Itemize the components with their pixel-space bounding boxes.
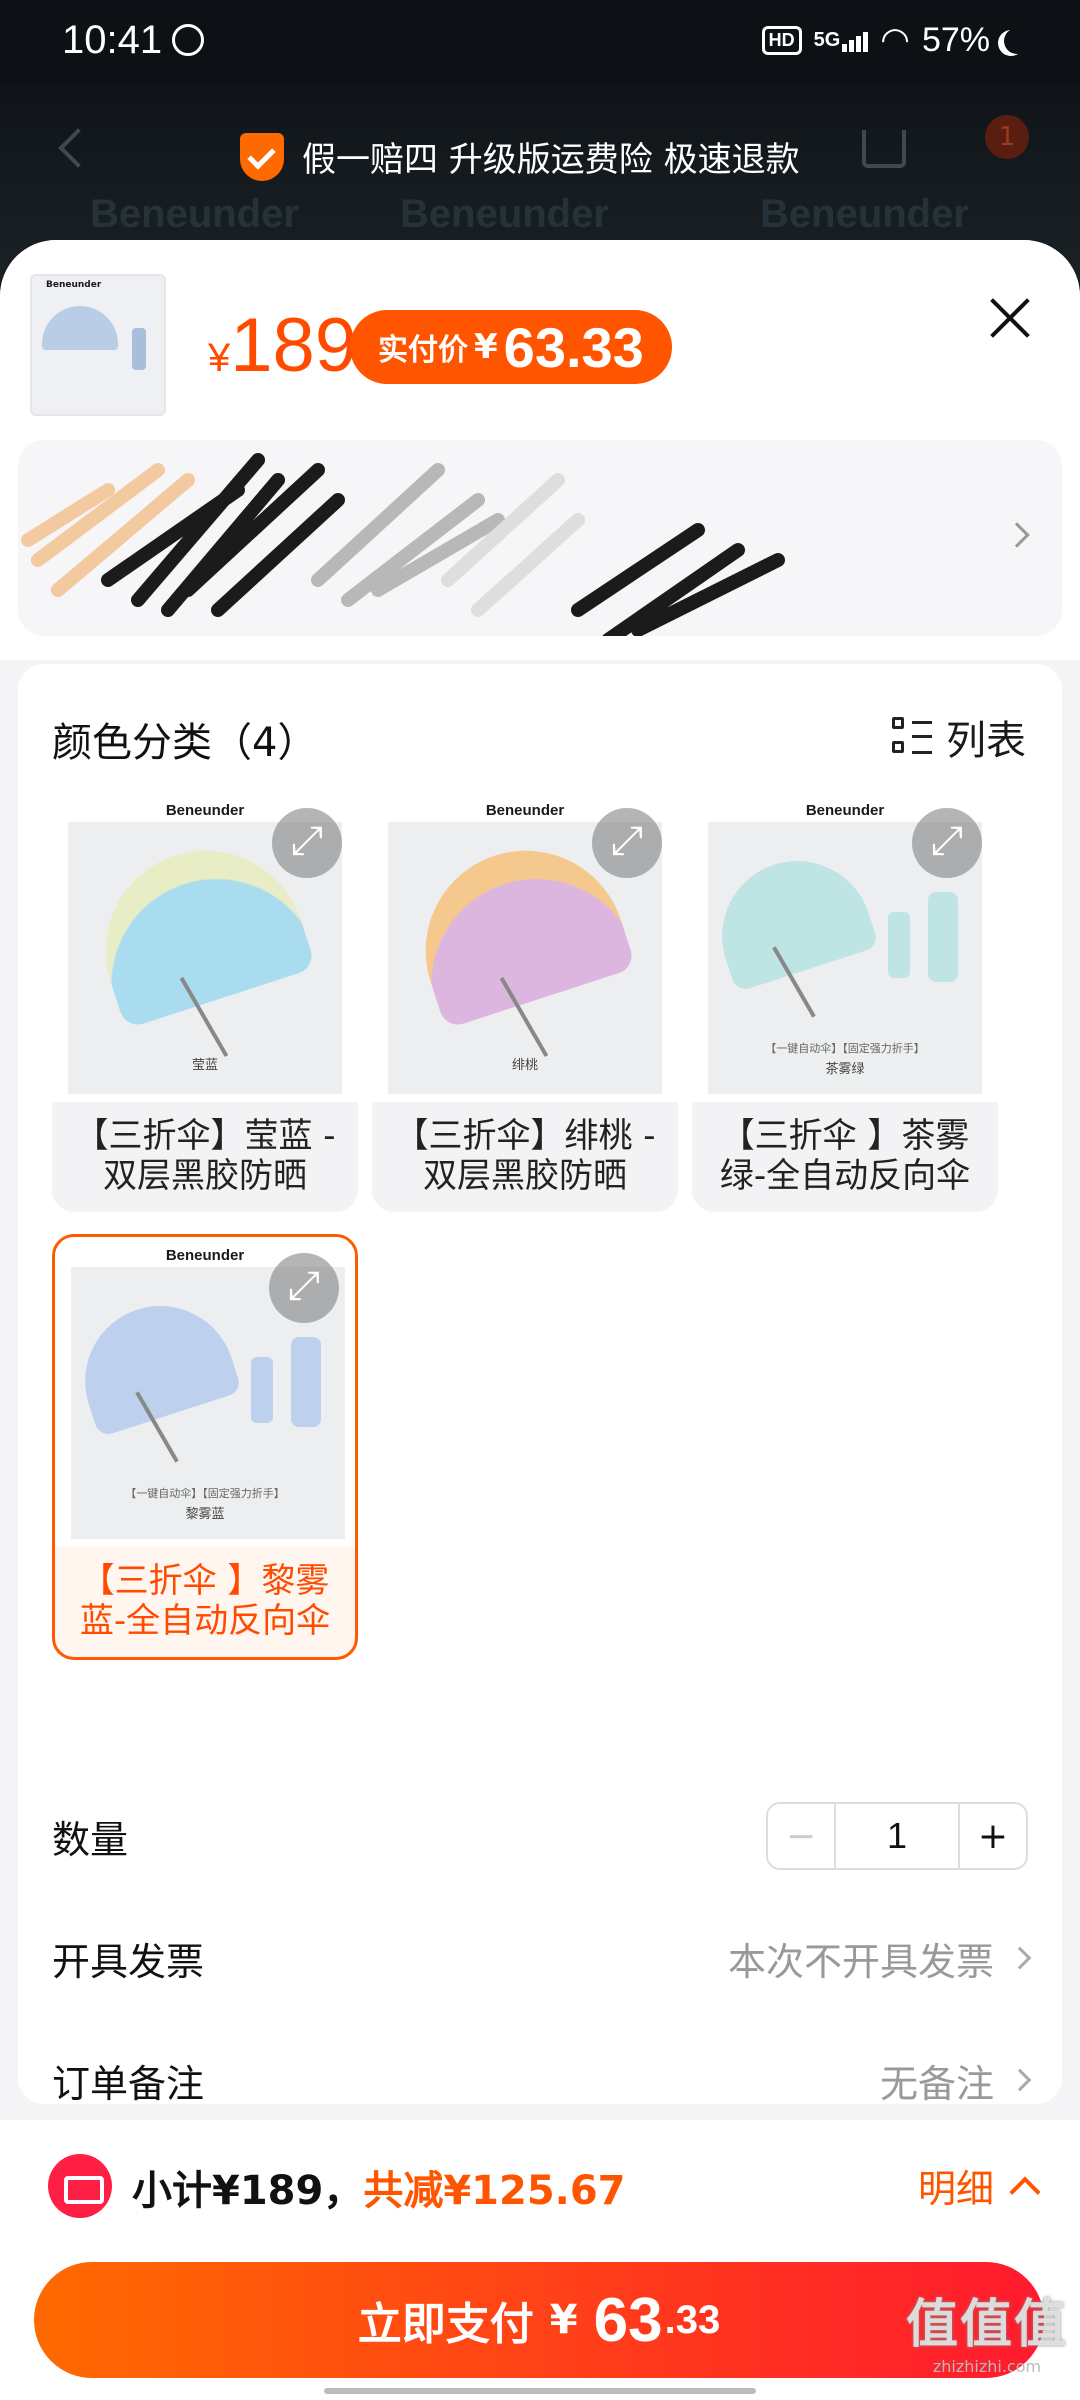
product-thumbnail[interactable]: Beneunder: [30, 274, 166, 416]
close-icon[interactable]: [988, 296, 1032, 340]
guarantee-banner: 假一赔四 升级版运费险 极速退款: [240, 132, 800, 181]
paid-price-badge: 实付价 ¥ 63.33: [350, 310, 672, 384]
increase-button[interactable]: +: [960, 1804, 1026, 1868]
umbrella-case-image: [928, 892, 958, 982]
coupon-icon: [48, 2154, 112, 2218]
color-section-title: 颜色分类（4）: [52, 720, 318, 766]
sku-option[interactable]: Beneunder绯桃【三折伞】绯桃 - 双层黑胶防晒: [372, 792, 678, 1212]
sku-image-subtag: 【一键自动伞】【固定强力折手】: [125, 1487, 285, 1500]
pay-now-button[interactable]: 立即支付 ¥ 63.33: [34, 2262, 1044, 2378]
sku-image-tag: 莹蓝: [191, 1058, 218, 1073]
paid-price: 63.33: [503, 315, 644, 379]
remark-value: 无备注: [879, 2061, 994, 2106]
sku-option[interactable]: Beneunder【一键自动伞】【固定强力折手】黎雾蓝【三折伞 】黎雾蓝-全自动…: [52, 1234, 358, 1660]
thumbnail-brand: Beneunder: [46, 280, 102, 290]
signal-icon: 5G: [814, 29, 869, 52]
invoice-label: 开具发票: [52, 1939, 205, 1984]
chevron-right-icon: [1008, 1946, 1032, 1970]
sku-image-subtag: 【一键自动伞】【固定强力折手】: [765, 1042, 925, 1055]
subtotal-summary: 小计¥189，共减¥125.67: [132, 2158, 626, 2216]
sku-option[interactable]: Beneunder【一键自动伞】【固定强力折手】茶雾绿【三折伞 】茶雾绿-全自动…: [692, 792, 998, 1212]
list-toggle-label: 列表: [946, 718, 1026, 764]
quantity-stepper[interactable]: − 1 +: [766, 1802, 1028, 1870]
wifi-icon: ◠: [880, 21, 910, 59]
invoice-value: 本次不开具发票: [727, 1939, 994, 1984]
umbrella-image: [42, 306, 118, 350]
purchase-sheet: Beneunder ¥189 实付价 ¥ 63.33 颜色分类（4） 列表 Be…: [0, 240, 1080, 2400]
sku-name: 【三折伞】莹蓝 - 双层黑胶防晒: [74, 1116, 336, 1196]
cart-badge: 1: [985, 115, 1029, 159]
expand-icon[interactable]: [269, 1253, 339, 1323]
discount-text: 共减¥125.67: [363, 2168, 626, 2214]
shield-check-icon: [240, 132, 284, 181]
remark-row[interactable]: 订单备注 无备注: [52, 2040, 1032, 2120]
remark-label: 订单备注: [52, 2061, 205, 2106]
expand-icon[interactable]: [912, 808, 982, 878]
paid-label: 实付价: [378, 333, 468, 368]
brand-banner: Beneunder: [760, 192, 969, 236]
invoice-row[interactable]: 开具发票 本次不开具发票: [52, 1918, 1032, 1998]
quantity-label: 数量: [52, 1817, 129, 1862]
pay-amount: 63: [593, 2285, 663, 2355]
list-view-toggle[interactable]: 列表: [892, 708, 1026, 766]
sku-name: 【三折伞 】茶雾绿-全自动反向伞: [719, 1116, 971, 1196]
guarantee-text: 假一赔四 升级版运费险 极速退款: [302, 140, 800, 180]
sku-image-tag: 绯桃: [511, 1058, 538, 1073]
decrease-button[interactable]: −: [768, 1804, 834, 1868]
chevron-right-icon: [1008, 2068, 1032, 2092]
pay-label: 立即支付: [357, 2299, 534, 2350]
address-card[interactable]: [18, 440, 1062, 636]
moon-icon: [1004, 28, 1030, 54]
original-price: ¥189: [208, 303, 358, 388]
chevron-up-icon: [1009, 2175, 1041, 2208]
cart-icon[interactable]: [862, 130, 906, 168]
detail-label: 明细: [917, 2167, 994, 2211]
umbrella-case-image: [291, 1337, 321, 1427]
sku-name: 【三折伞 】黎雾蓝-全自动反向伞: [79, 1561, 331, 1641]
sku-option[interactable]: Beneunder莹蓝【三折伞】莹蓝 - 双层黑胶防晒: [52, 792, 358, 1212]
subtotal-text: 小计¥189，: [132, 2168, 364, 2214]
site-watermark: 值值值 zhizhizhi.com: [905, 2295, 1068, 2376]
sku-image: Beneunder 【一键自动伞】【固定强力折手】 黎雾蓝: [55, 1237, 355, 1547]
brand-banner: Beneunder: [90, 192, 299, 236]
umbrella-handle-image: [251, 1357, 273, 1423]
sku-image: Beneunder 莹蓝: [52, 792, 358, 1102]
sku-image-tag: 茶雾绿: [825, 1062, 865, 1077]
quantity-value[interactable]: 1: [834, 1804, 960, 1868]
expand-icon[interactable]: [592, 808, 662, 878]
sku-image: Beneunder 绯桃: [372, 792, 678, 1102]
quantity-row: 数量 − 1 +: [52, 1796, 1028, 1876]
brand-banner: Beneunder: [400, 192, 609, 236]
notification-icon: [172, 24, 204, 56]
status-time: 10:41: [62, 18, 163, 62]
umbrella-case-image: [132, 328, 146, 370]
expand-icon[interactable]: [272, 808, 342, 878]
price-detail-button[interactable]: 明细: [917, 2158, 1041, 2213]
status-bar: 10:41 HD 5G ◠ 57%: [0, 0, 1080, 84]
sku-image: Beneunder 【一键自动伞】【固定强力折手】 茶雾绿: [692, 792, 998, 1102]
list-icon: [892, 717, 932, 757]
sku-name: 【三折伞】绯桃 - 双层黑胶防晒: [394, 1116, 656, 1196]
redacted-scribble: [21, 453, 785, 636]
options-card: 颜色分类（4） 列表 Beneunder莹蓝【三折伞】莹蓝 - 双层黑胶防晒Be…: [18, 664, 1062, 2106]
chevron-right-icon: [1004, 522, 1030, 548]
home-indicator[interactable]: [324, 2388, 756, 2394]
umbrella-handle-image: [888, 912, 910, 978]
sku-image-tag: 黎雾蓝: [185, 1507, 225, 1522]
battery-text: 57%: [921, 20, 990, 59]
hd-icon: HD: [761, 25, 802, 55]
